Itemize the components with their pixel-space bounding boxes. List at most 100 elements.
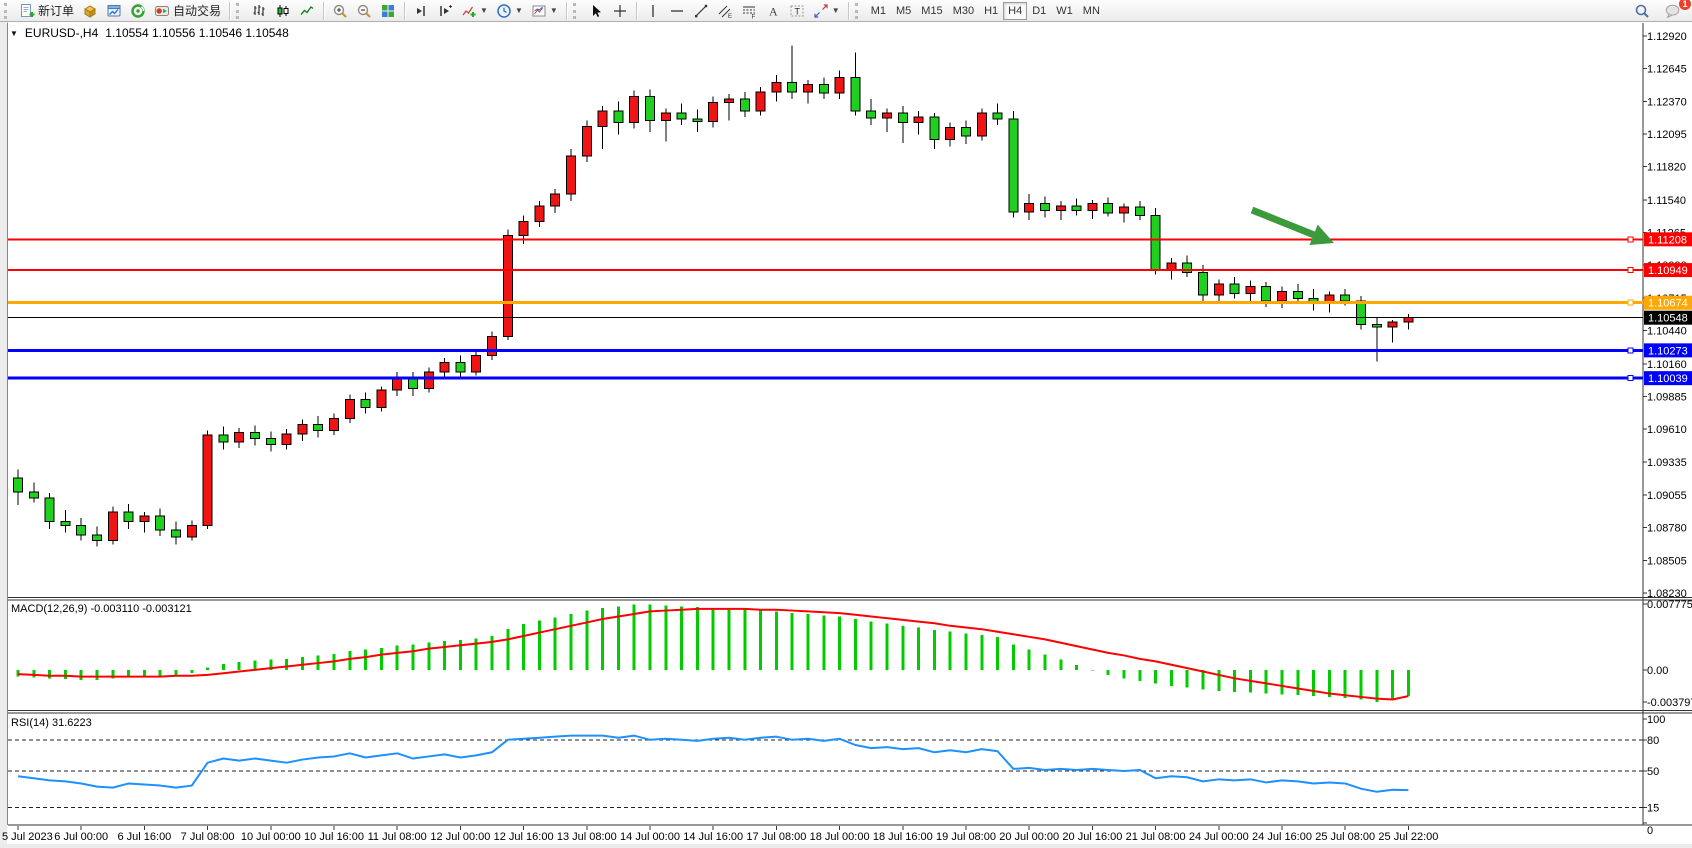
level-line-handle[interactable] bbox=[1628, 300, 1633, 305]
bar-chart-button[interactable] bbox=[247, 1, 271, 21]
new-order-icon bbox=[19, 3, 35, 19]
toolbar-grip bbox=[4, 3, 12, 19]
arrows-button[interactable]: ▼ bbox=[809, 1, 844, 21]
candlestick-chart-icon bbox=[275, 3, 291, 19]
timeframe-m30-button[interactable]: M30 bbox=[948, 2, 979, 20]
fibonacci-button[interactable]: F bbox=[737, 1, 761, 21]
auto-scroll-icon bbox=[437, 3, 453, 19]
indicators-icon bbox=[461, 3, 477, 19]
chevron-down-icon: ▼ bbox=[480, 7, 488, 15]
toolbar-grip bbox=[236, 3, 244, 19]
svg-text:1.09885: 1.09885 bbox=[1647, 391, 1687, 403]
svg-text:12 Jul 16:00: 12 Jul 16:00 bbox=[494, 831, 554, 843]
market-watch-button[interactable] bbox=[78, 1, 102, 21]
auto-scroll-button[interactable] bbox=[433, 1, 457, 21]
data-window-button[interactable] bbox=[102, 1, 126, 21]
svg-text:1.10160: 1.10160 bbox=[1647, 359, 1687, 371]
svg-text:0.00: 0.00 bbox=[1647, 665, 1668, 677]
tile-windows-icon bbox=[380, 3, 396, 19]
notifications-button[interactable]: 1 bbox=[1660, 1, 1686, 21]
templates-button[interactable]: ▼ bbox=[527, 1, 562, 21]
indicators-button[interactable]: ▼ bbox=[457, 1, 492, 21]
vertical-line-button[interactable] bbox=[641, 1, 665, 21]
svg-text:25 Jul 22:00: 25 Jul 22:00 bbox=[1378, 831, 1438, 843]
price-chart-canvas[interactable]: 1.129201.126451.123701.120951.118201.115… bbox=[0, 22, 1692, 848]
zoom-out-button[interactable] bbox=[352, 1, 376, 21]
auto-trading-icon bbox=[154, 3, 170, 19]
svg-text:5 Jul 2023: 5 Jul 2023 bbox=[2, 831, 53, 843]
new-order-button[interactable]: 新订单 bbox=[15, 1, 78, 21]
text-label-button[interactable]: T bbox=[785, 1, 809, 21]
navigator-icon bbox=[130, 3, 146, 19]
level-line-handle[interactable] bbox=[1628, 268, 1633, 273]
svg-text:0.007775: 0.007775 bbox=[1647, 599, 1692, 611]
svg-text:24 Jul 16:00: 24 Jul 16:00 bbox=[1252, 831, 1312, 843]
svg-text:1.08780: 1.08780 bbox=[1647, 523, 1687, 535]
level-line-handle[interactable] bbox=[1628, 348, 1633, 353]
chart-menu-icon[interactable]: ▼ bbox=[10, 29, 18, 38]
svg-text:80: 80 bbox=[1647, 735, 1659, 747]
svg-text:1.12095: 1.12095 bbox=[1647, 129, 1687, 141]
timeframe-h4-button[interactable]: H4 bbox=[1003, 2, 1027, 20]
timeframe-w1-button[interactable]: W1 bbox=[1051, 2, 1078, 20]
market-watch-icon bbox=[82, 3, 98, 19]
svg-text:13 Jul 08:00: 13 Jul 08:00 bbox=[557, 831, 617, 843]
chart-symbol-period: EURUSD-,H4 bbox=[25, 26, 98, 40]
vertical-line-icon bbox=[645, 3, 661, 19]
level-line-handle[interactable] bbox=[1628, 237, 1633, 242]
text-button[interactable]: A bbox=[761, 1, 785, 21]
svg-text:1.12645: 1.12645 bbox=[1647, 64, 1687, 76]
horizontal-line-icon bbox=[669, 3, 685, 19]
svg-text:E: E bbox=[728, 14, 732, 19]
trendline-button[interactable] bbox=[689, 1, 713, 21]
svg-text:A: A bbox=[769, 4, 778, 18]
candlestick-chart-button[interactable] bbox=[271, 1, 295, 21]
zoom-in-button[interactable] bbox=[328, 1, 352, 21]
svg-text:1.10273: 1.10273 bbox=[1648, 345, 1688, 357]
svg-text:1.11540: 1.11540 bbox=[1647, 195, 1686, 207]
svg-text:25 Jul 08:00: 25 Jul 08:00 bbox=[1315, 831, 1375, 843]
svg-text:1.08505: 1.08505 bbox=[1647, 555, 1687, 567]
crosshair-button[interactable] bbox=[608, 1, 632, 21]
timeframe-mn-button[interactable]: MN bbox=[1078, 2, 1105, 20]
svg-text:11 Jul 08:00: 11 Jul 08:00 bbox=[368, 831, 427, 843]
timeframe-h1-button[interactable]: H1 bbox=[979, 2, 1003, 20]
clock-icon bbox=[496, 3, 512, 19]
chart-shift-button[interactable] bbox=[409, 1, 433, 21]
line-chart-button[interactable] bbox=[295, 1, 319, 21]
svg-text:17 Jul 08:00: 17 Jul 08:00 bbox=[746, 831, 806, 843]
tile-windows-button[interactable] bbox=[376, 1, 400, 21]
horizontal-line-button[interactable] bbox=[665, 1, 689, 21]
arrows-icon bbox=[813, 3, 829, 19]
timeframe-m5-button[interactable]: M5 bbox=[891, 2, 916, 20]
svg-text:14 Jul 16:00: 14 Jul 16:00 bbox=[683, 831, 743, 843]
chevron-down-icon: ▼ bbox=[832, 7, 840, 15]
search-button[interactable] bbox=[1630, 1, 1654, 21]
equidistant-channel-button[interactable]: E bbox=[713, 1, 737, 21]
new-order-label: 新订单 bbox=[38, 2, 74, 19]
periods-button[interactable]: ▼ bbox=[492, 1, 527, 21]
chart-quote-ohlc: 1.10554 1.10556 1.10546 1.10548 bbox=[105, 26, 289, 40]
cursor-button[interactable] bbox=[584, 1, 608, 21]
timeframe-m15-button[interactable]: M15 bbox=[916, 2, 947, 20]
channel-icon: E bbox=[717, 3, 733, 19]
auto-trading-button[interactable]: 自动交易 bbox=[150, 1, 225, 21]
toolbar-separator bbox=[229, 2, 230, 20]
svg-text:14 Jul 00:00: 14 Jul 00:00 bbox=[620, 831, 680, 843]
timeframe-d1-button[interactable]: D1 bbox=[1027, 2, 1051, 20]
svg-text:F: F bbox=[751, 14, 755, 19]
svg-text:1.11820: 1.11820 bbox=[1647, 162, 1686, 174]
svg-text:0: 0 bbox=[1647, 825, 1653, 837]
svg-text:1.10674: 1.10674 bbox=[1648, 298, 1688, 310]
navigator-button[interactable] bbox=[126, 1, 150, 21]
macd-label: MACD(12,26,9) -0.003110 -0.003121 bbox=[11, 603, 192, 615]
fibonacci-icon: F bbox=[741, 3, 757, 19]
svg-text:6 Jul 16:00: 6 Jul 16:00 bbox=[117, 831, 171, 843]
svg-text:18 Jul 16:00: 18 Jul 16:00 bbox=[873, 831, 933, 843]
svg-text:T: T bbox=[794, 6, 800, 16]
svg-text:19 Jul 08:00: 19 Jul 08:00 bbox=[936, 831, 996, 843]
level-line-handle[interactable] bbox=[1628, 376, 1633, 381]
trendline-icon bbox=[693, 3, 709, 19]
svg-text:12 Jul 00:00: 12 Jul 00:00 bbox=[430, 831, 490, 843]
timeframe-m1-button[interactable]: M1 bbox=[866, 2, 891, 20]
